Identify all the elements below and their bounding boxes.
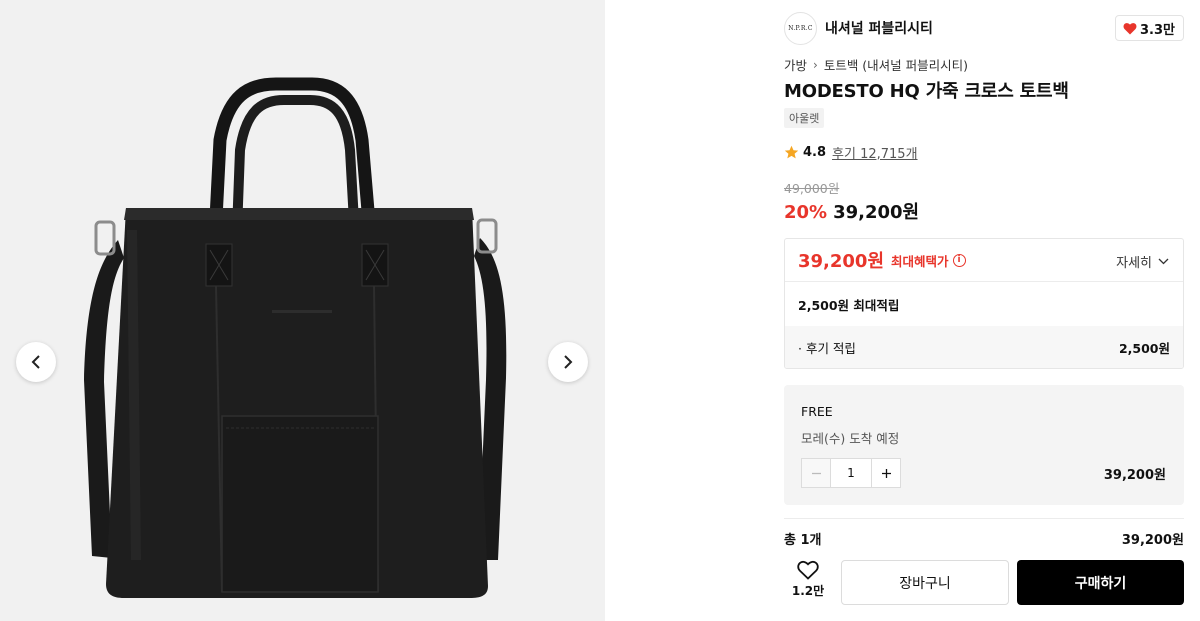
product-title: MODESTO HQ 가죽 크로스 토트백 [784, 81, 1069, 102]
total-row: 총 1개 39,200원 [784, 529, 1184, 548]
plus-icon [881, 468, 891, 478]
original-price: 49,000원 [784, 181, 840, 196]
max-benefit-price: 39,200원 [798, 251, 885, 272]
brand-header: N.P.R.C 내셔널 퍼블리시티 3.3만 [784, 11, 1184, 45]
max-benefit-label: 최대혜택가 [891, 253, 949, 269]
chevron-down-icon [1158, 258, 1169, 265]
star-icon [784, 145, 799, 159]
chevron-left-icon [31, 355, 40, 369]
breadcrumb: 가방 › 토트백 (내셔널 퍼블리시티) [784, 55, 968, 74]
decrease-quantity-button[interactable] [802, 459, 831, 487]
brand-like-button[interactable]: 3.3만 [1115, 15, 1184, 41]
chevron-right-icon: › [813, 57, 818, 72]
info-icon[interactable]: i [952, 253, 966, 267]
max-points-row: 2,500원 최대적립 [798, 297, 900, 313]
minus-icon [811, 472, 821, 474]
total-price: 39,200원 [1121, 533, 1184, 548]
product-image [84, 77, 507, 598]
divider [784, 518, 1184, 519]
review-points-label: · 후기 적립 [798, 341, 856, 356]
heart-filled-icon [1123, 22, 1137, 34]
quantity-value[interactable]: 1 [831, 459, 871, 487]
chevron-right-icon [564, 355, 573, 369]
rating-score: 4.8 [803, 145, 827, 160]
quantity-stepper: 1 [801, 458, 901, 488]
heart-outline-icon [797, 560, 819, 580]
next-image-button[interactable] [548, 342, 588, 382]
sale-price: 39,200원 [833, 202, 920, 223]
outlet-badge: 아울렛 [784, 108, 825, 128]
increase-quantity-button[interactable] [871, 459, 900, 487]
benefit-detail-toggle[interactable]: 자세히 [1116, 252, 1169, 271]
wishlist-count: 1.2만 [791, 584, 825, 598]
breadcrumb-category[interactable]: 가방 [784, 55, 807, 74]
buy-now-button[interactable]: 구매하기 [1017, 560, 1184, 605]
add-to-cart-button[interactable]: 장바구니 [841, 560, 1009, 605]
max-benefit-box: 39,200원 최대혜택가 i 자세히 2,500원 최대적립 · 후기 적립 … [784, 238, 1184, 369]
product-info-panel: N.P.R.C 내셔널 퍼블리시티 3.3만 가방 › 토트백 (내셔널 퍼블리… [784, 0, 1184, 621]
gallery-margin [605, 0, 770, 621]
discount-rate: 20% [784, 202, 828, 223]
review-points-value: 2,500원 [1118, 341, 1170, 356]
selected-option-box: FREE 모레(수) 도착 예정 1 39,200원 [784, 385, 1184, 505]
product-image-gallery [0, 0, 605, 621]
review-points-row: · 후기 적립 2,500원 [785, 326, 1183, 368]
max-benefit-header: 39,200원 최대혜택가 i 자세히 [785, 239, 1183, 282]
detail-toggle-label: 자세히 [1116, 256, 1152, 271]
brand-name[interactable]: 내셔널 퍼블리시티 [825, 18, 933, 38]
breadcrumb-subcategory[interactable]: 토트백 (내셔널 퍼블리시티) [824, 55, 968, 74]
review-count-link[interactable]: 후기 12,715개 [832, 143, 918, 162]
brand-logo[interactable]: N.P.R.C [784, 11, 817, 45]
sale-price-row: 20% 39,200원 [784, 198, 919, 224]
wishlist-button[interactable]: 1.2만 [784, 560, 832, 604]
rating-summary: 4.8 후기 12,715개 [784, 143, 918, 162]
brand-like-count: 3.3만 [1140, 22, 1175, 38]
option-price: 39,200원 [1103, 468, 1166, 483]
previous-image-button[interactable] [16, 342, 56, 382]
option-name: FREE [801, 404, 833, 419]
delivery-estimate: 모레(수) 도착 예정 [801, 431, 900, 446]
total-label: 총 1개 [784, 533, 822, 548]
